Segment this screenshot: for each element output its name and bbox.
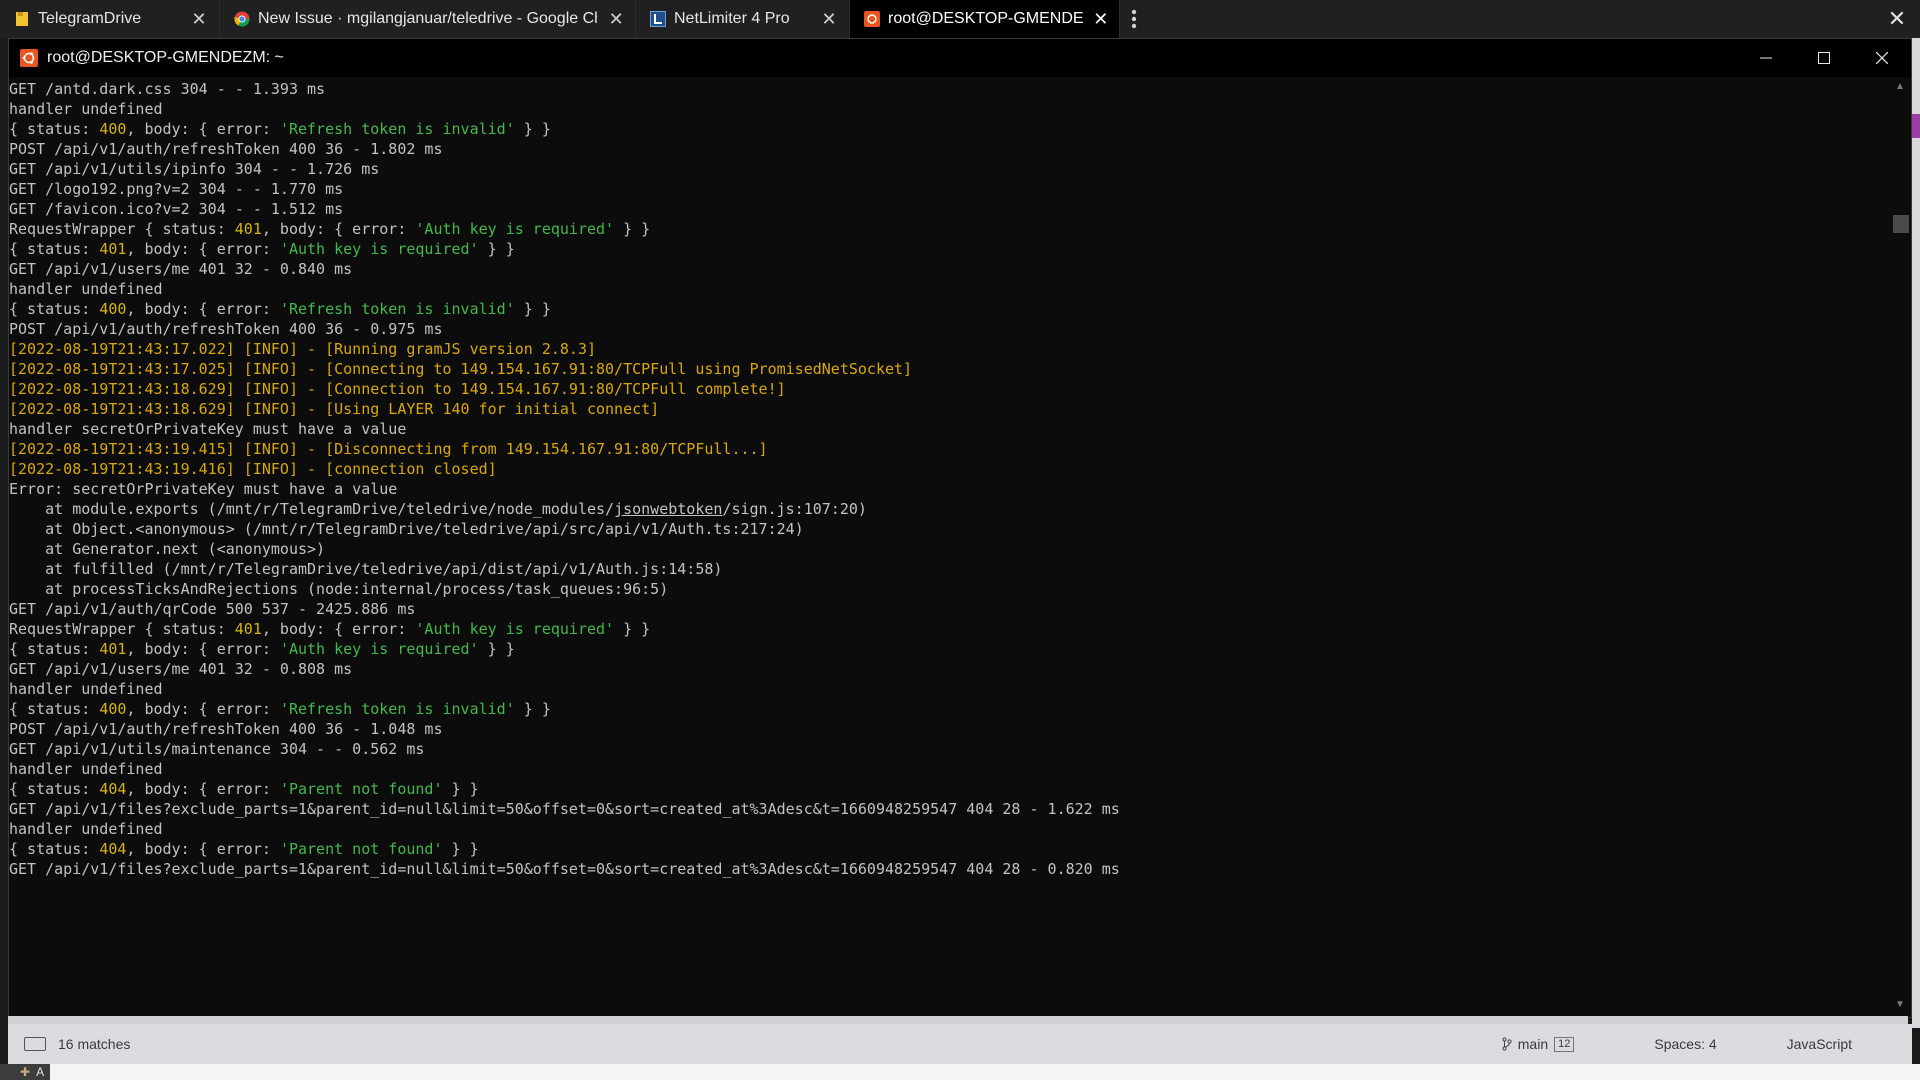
chrome-icon xyxy=(234,11,250,27)
tab-label: New Issue · mgilangjanuar/teledrive - Go… xyxy=(258,10,597,27)
terminal-line: GET /logo192.png?v=2 304 - - 1.770 ms xyxy=(9,180,344,198)
window-title: root@DESKTOP-GMENDEZM: ~ xyxy=(47,49,284,66)
minimap-marker xyxy=(1912,114,1920,138)
branch-name: main xyxy=(1517,1036,1549,1052)
ubuntu-icon xyxy=(19,48,39,68)
terminal-line: { status: 401, body: { error: 'Auth key … xyxy=(9,240,515,258)
terminal-line: handler undefined xyxy=(9,760,163,778)
scroll-up-icon[interactable]: ▲ xyxy=(1889,77,1911,95)
terminal-line: [2022-08-19T21:43:17.025] [INFO] - [Conn… xyxy=(9,360,913,378)
terminal-line: { status: 404, body: { error: 'Parent no… xyxy=(9,840,479,858)
tab-terminal[interactable]: root@DESKTOP-GMENDEZM: ~ ✕ xyxy=(850,0,1120,38)
terminal-line: [2022-08-19T21:43:18.629] [INFO] - [Conn… xyxy=(9,380,786,398)
terminal-line: at module.exports (/mnt/r/TelegramDrive/… xyxy=(9,500,867,518)
terminal-app-icon xyxy=(864,11,880,27)
close-icon[interactable]: ✕ xyxy=(819,9,839,29)
close-icon[interactable]: ✕ xyxy=(607,9,625,29)
branch-count: 12 xyxy=(1554,1036,1575,1052)
terminal-line: at Object.<anonymous> (/mnt/r/TelegramDr… xyxy=(9,520,804,538)
window-titlebar: root@DESKTOP-GMENDEZM: ~ xyxy=(9,39,1911,77)
terminal-line: GET /api/v1/utils/maintenance 304 - - 0.… xyxy=(9,740,425,758)
terminal-output[interactable]: GET /antd.dark.css 304 - - 1.393 ms handl… xyxy=(9,77,1889,1017)
scroll-thumb[interactable] xyxy=(1893,215,1909,233)
terminal-line: handler undefined xyxy=(9,680,163,698)
indentation-setting[interactable]: Spaces: 4 xyxy=(1654,1036,1716,1052)
terminal-line: { status: 400, body: { error: 'Refresh t… xyxy=(9,300,551,318)
terminal-line: POST /api/v1/auth/refreshToken 400 36 - … xyxy=(9,320,443,338)
terminal-line: GET /api/v1/utils/ipinfo 304 - - 1.726 m… xyxy=(9,160,380,178)
scroll-down-icon[interactable]: ▼ xyxy=(1889,995,1911,1013)
terminal-line: GET /favicon.ico?v=2 304 - - 1.512 ms xyxy=(9,200,344,218)
plus-icon: ✚ xyxy=(20,1065,31,1079)
netlimiter-icon xyxy=(650,11,666,27)
tab-netlimiter[interactable]: NetLimiter 4 Pro ✕ xyxy=(636,0,850,38)
minimize-button[interactable] xyxy=(1737,39,1795,77)
terminal-line: RequestWrapper { status: 401, body: { er… xyxy=(9,220,651,238)
folder-icon xyxy=(14,11,30,27)
terminal-line: GET /api/v1/users/me 401 32 - 0.840 ms xyxy=(9,260,353,278)
terminal-line: handler secretOrPrivateKey must have a v… xyxy=(9,420,407,438)
terminal-line: { status: 401, body: { error: 'Auth key … xyxy=(9,640,515,658)
close-icon[interactable]: ✕ xyxy=(1093,9,1109,29)
terminal-line: GET /api/v1/users/me 401 32 - 0.808 ms xyxy=(9,660,353,678)
tab-telegramdrive[interactable]: TelegramDrive ✕ xyxy=(0,0,220,38)
bottom-panel-strip: ✚ A xyxy=(0,1064,1920,1080)
terminal-line: [2022-08-19T21:43:17.022] [INFO] - [Runn… xyxy=(9,340,596,358)
terminal-line: GET /api/v1/files?exclude_parts=1&parent… xyxy=(9,800,1120,818)
terminal-line: [2022-08-19T21:43:18.629] [INFO] - [Usin… xyxy=(9,400,660,418)
terminal-line: GET /api/v1/files?exclude_parts=1&parent… xyxy=(9,860,1120,878)
terminal-line: [2022-08-19T21:43:19.415] [INFO] - [Disc… xyxy=(9,440,768,458)
terminal-line: handler undefined xyxy=(9,820,163,838)
terminal-line: GET /api/v1/auth/qrCode 500 537 - 2425.8… xyxy=(9,600,416,618)
vertical-scrollbar[interactable]: ▲ ▼ xyxy=(1889,77,1911,1017)
terminal-line: { status: 404, body: { error: 'Parent no… xyxy=(9,780,479,798)
terminal-line: Error: secretOrPrivateKey must have a va… xyxy=(9,480,398,498)
tab-label: root@DESKTOP-GMENDEZM: ~ xyxy=(888,10,1083,27)
tab-strip-spacer xyxy=(1148,0,1874,38)
terminal-window: root@DESKTOP-GMENDEZM: ~ GET /antd.dark.… xyxy=(8,38,1912,1018)
terminal-line: at fulfilled (/mnt/r/TelegramDrive/teled… xyxy=(9,560,723,578)
more-vertical-icon[interactable] xyxy=(1120,0,1148,38)
terminal-line: at processTicksAndRejections (node:inter… xyxy=(9,580,669,598)
language-mode[interactable]: JavaScript xyxy=(1787,1036,1852,1052)
panel-icon[interactable] xyxy=(24,1037,46,1051)
git-branch-icon xyxy=(1502,1037,1512,1051)
terminal-line: [2022-08-19T21:43:19.416] [INFO] - [conn… xyxy=(9,460,497,478)
terminal-line: GET /antd.dark.css 304 - - 1.393 ms xyxy=(9,80,326,98)
close-button[interactable] xyxy=(1853,39,1911,77)
terminal-line: POST /api/v1/auth/refreshToken 400 36 - … xyxy=(9,720,443,738)
editor-right-edge xyxy=(1912,38,1920,1028)
terminal-line: { status: 400, body: { error: 'Refresh t… xyxy=(9,700,551,718)
terminal-line: at Generator.next (<anonymous>) xyxy=(9,540,326,558)
horizontal-scrollbar[interactable] xyxy=(8,1016,1908,1024)
tab-strip: TelegramDrive ✕ New Issue · mgilangjanua… xyxy=(0,0,1920,38)
search-matches: 16 matches xyxy=(58,1036,131,1052)
tab-label: TelegramDrive xyxy=(38,10,142,27)
terminal-line: { status: 400, body: { error: 'Refresh t… xyxy=(9,120,551,138)
editor-statusbar: 16 matches main 12 Spaces: 4 JavaScript xyxy=(8,1024,1912,1064)
terminal-line: handler undefined xyxy=(9,100,163,118)
terminal-line: POST /api/v1/auth/refreshToken 400 36 - … xyxy=(9,140,443,158)
tab-chrome-new-issue[interactable]: New Issue · mgilangjanuar/teledrive - Go… xyxy=(220,0,636,38)
terminal-line: handler undefined xyxy=(9,280,163,298)
terminal-line: RequestWrapper { status: 401, body: { er… xyxy=(9,620,651,638)
close-icon[interactable]: ✕ xyxy=(1874,0,1920,38)
git-branch[interactable]: main 12 xyxy=(1502,1036,1575,1052)
close-icon[interactable]: ✕ xyxy=(189,9,209,29)
maximize-button[interactable] xyxy=(1795,39,1853,77)
bottom-panel-tab-label: A xyxy=(36,1065,45,1079)
tab-label: NetLimiter 4 Pro xyxy=(674,10,790,27)
bottom-panel-tab[interactable]: ✚ A xyxy=(0,1064,51,1080)
